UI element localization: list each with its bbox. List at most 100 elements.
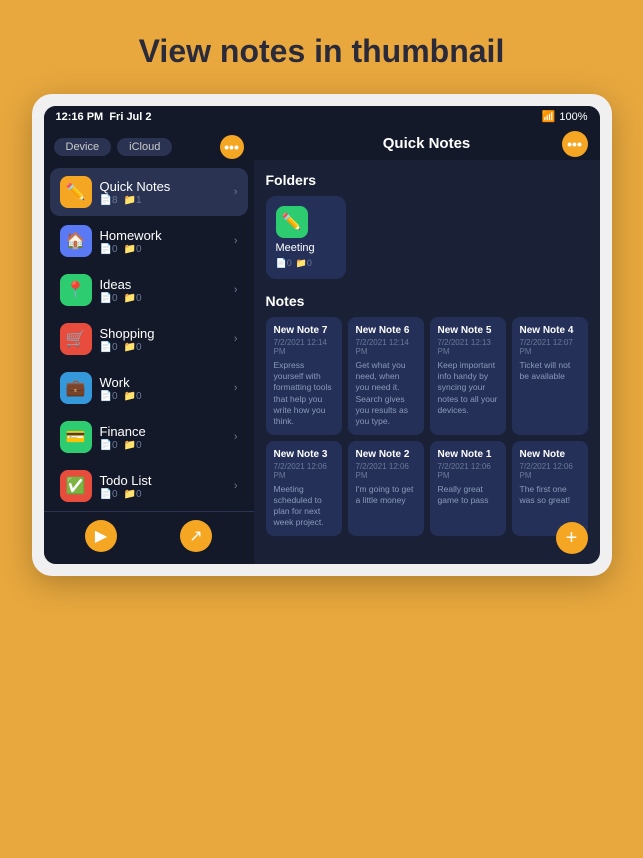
sidebar-item-homework[interactable]: 🏠 Homework 📄0 📁0 › <box>50 217 248 265</box>
note-preview: Keep important info handy by syncing you… <box>438 360 498 415</box>
status-right: 📶 100% <box>542 110 588 123</box>
icloud-tab[interactable]: iCloud <box>117 138 172 156</box>
sidebar-item-icon: 🏠 <box>60 225 92 257</box>
sidebar-item-finance[interactable]: 💳 Finance 📄0 📁0 › <box>50 413 248 461</box>
sidebar-item-ideas[interactable]: 📍 Ideas 📄0 📁0 › <box>50 266 248 314</box>
main-content: Quick Notes ••• Folders ✏️ Meeting 📄0 📁0… <box>254 127 600 564</box>
folder-card[interactable]: ✏️ Meeting 📄0 📁0 <box>266 196 346 279</box>
notes-count: 📄0 <box>100 391 118 402</box>
note-card[interactable]: New Note 6 7/2/2021 12:14 PM Get what yo… <box>348 317 424 434</box>
main-more-button[interactable]: ••• <box>562 131 588 157</box>
sidebar-item-label: Finance <box>100 424 234 439</box>
status-bar: 12:16 PM Fri Jul 2 📶 100% <box>44 106 600 127</box>
note-preview: Really great game to pass <box>438 484 498 506</box>
sidebar-item-work[interactable]: 💼 Work 📄0 📁0 › <box>50 364 248 412</box>
sidebar-item-icon: ✅ <box>60 470 92 502</box>
folders-row: ✏️ Meeting 📄0 📁0 <box>266 196 588 279</box>
sidebar-item-shopping[interactable]: 🛒 Shopping 📄0 📁0 › <box>50 315 248 363</box>
note-title: New Note 4 <box>520 325 580 336</box>
note-preview: The first one was so great! <box>520 484 580 506</box>
sidebar-item-info: Homework 📄0 📁0 <box>100 228 234 255</box>
sidebar-item-info: Shopping 📄0 📁0 <box>100 326 234 353</box>
note-title: New Note 7 <box>274 325 334 336</box>
sidebar-item-todo-list[interactable]: ✅ Todo List 📄0 📁0 › <box>50 462 248 510</box>
note-title: New Note 5 <box>438 325 498 336</box>
notes-count: 📄0 <box>100 293 118 304</box>
notes-grid: New Note 7 7/2/2021 12:14 PM Express you… <box>266 317 588 535</box>
folder-folders-count: 📁0 <box>296 258 312 269</box>
notes-count: 📄0 <box>100 489 118 500</box>
chevron-icon: › <box>234 186 238 198</box>
note-date: 7/2/2021 12:14 PM <box>274 338 334 356</box>
chevron-icon: › <box>234 333 238 345</box>
note-date: 7/2/2021 12:14 PM <box>356 338 416 356</box>
chevron-icon: › <box>234 235 238 247</box>
note-card[interactable]: New Note 3 7/2/2021 12:06 PM Meeting sch… <box>266 441 342 536</box>
folders-section-title: Folders <box>266 172 588 188</box>
sidebar-item-meta: 📄0 📁0 <box>100 342 234 353</box>
note-card[interactable]: New Note 1 7/2/2021 12:06 PM Really grea… <box>430 441 506 536</box>
device-screen: 12:16 PM Fri Jul 2 📶 100% Device iCloud … <box>44 106 600 564</box>
fab-button[interactable]: + <box>556 522 588 554</box>
sidebar-item-info: Todo List 📄0 📁0 <box>100 473 234 500</box>
note-card[interactable]: New Note 5 7/2/2021 12:13 PM Keep import… <box>430 317 506 434</box>
notes-count: 📄8 <box>100 195 118 206</box>
folder-icon: ✏️ <box>276 206 308 238</box>
notes-count: 📄0 <box>100 244 118 255</box>
note-date: 7/2/2021 12:06 PM <box>356 462 416 480</box>
folders-count: 📁0 <box>124 293 142 304</box>
sidebar: Device iCloud ••• ✏️ Quick Notes 📄8 📁1 ›… <box>44 127 254 564</box>
note-preview: Express yourself with formatting tools t… <box>274 360 334 426</box>
sidebar-item-icon: 📍 <box>60 274 92 306</box>
note-card[interactable]: New Note 7 7/2/2021 12:14 PM Express you… <box>266 317 342 434</box>
sidebar-item-icon: 💳 <box>60 421 92 453</box>
note-title: New Note 6 <box>356 325 416 336</box>
chevron-icon: › <box>234 382 238 394</box>
note-preview: Ticket will not be available <box>520 360 580 382</box>
note-title: New Note <box>520 449 580 460</box>
sidebar-item-label: Homework <box>100 228 234 243</box>
note-date: 7/2/2021 12:06 PM <box>274 462 334 480</box>
main-header: Quick Notes ••• <box>254 127 600 160</box>
sidebar-play-button[interactable]: ▶ <box>85 520 117 552</box>
sidebar-item-quick-notes[interactable]: ✏️ Quick Notes 📄8 📁1 › <box>50 168 248 216</box>
sidebar-item-info: Ideas 📄0 📁0 <box>100 277 234 304</box>
note-preview: Meeting scheduled to plan for next week … <box>274 484 334 528</box>
page-title: View notes in thumbnail <box>139 32 505 70</box>
note-date: 7/2/2021 12:06 PM <box>520 462 580 480</box>
folder-meta: 📄0 📁0 <box>276 258 336 269</box>
sidebar-item-info: Work 📄0 📁0 <box>100 375 234 402</box>
notes-section-title: Notes <box>266 293 588 309</box>
sidebar-export-button[interactable]: ↗ <box>180 520 212 552</box>
sidebar-item-meta: 📄0 📁0 <box>100 489 234 500</box>
notes-count: 📄0 <box>100 440 118 451</box>
chevron-icon: › <box>234 480 238 492</box>
wifi-icon: 📶 <box>542 110 556 123</box>
notes-count: 📄0 <box>100 342 118 353</box>
note-date: 7/2/2021 12:07 PM <box>520 338 580 356</box>
note-title: New Note 1 <box>438 449 498 460</box>
note-card[interactable]: New Note 2 7/2/2021 12:06 PM I'm going t… <box>348 441 424 536</box>
folder-notes-count: 📄0 <box>276 258 292 269</box>
note-card[interactable]: New Note 4 7/2/2021 12:07 PM Ticket will… <box>512 317 588 434</box>
folder-name: Meeting <box>276 242 336 254</box>
page-header: View notes in thumbnail <box>99 0 545 94</box>
main-title: Quick Notes <box>383 135 471 152</box>
sidebar-more-button[interactable]: ••• <box>220 135 244 159</box>
sidebar-items: ✏️ Quick Notes 📄8 📁1 › 🏠 Homework 📄0 📁0 … <box>44 167 254 511</box>
folders-count: 📁0 <box>124 489 142 500</box>
sidebar-item-icon: ✏️ <box>60 176 92 208</box>
folders-count: 📁0 <box>124 440 142 451</box>
sidebar-item-icon: 💼 <box>60 372 92 404</box>
note-preview: I'm going to get a little money <box>356 484 416 506</box>
status-time: 12:16 PM Fri Jul 2 <box>56 111 152 123</box>
sidebar-item-meta: 📄8 📁1 <box>100 195 234 206</box>
sidebar-header: Device iCloud ••• <box>44 127 254 167</box>
sidebar-item-label: Ideas <box>100 277 234 292</box>
sidebar-item-label: Shopping <box>100 326 234 341</box>
note-date: 7/2/2021 12:13 PM <box>438 338 498 356</box>
battery-text: 100% <box>559 111 587 123</box>
folders-count: 📁0 <box>124 244 142 255</box>
device-tab[interactable]: Device <box>54 138 112 156</box>
sidebar-item-label: Work <box>100 375 234 390</box>
